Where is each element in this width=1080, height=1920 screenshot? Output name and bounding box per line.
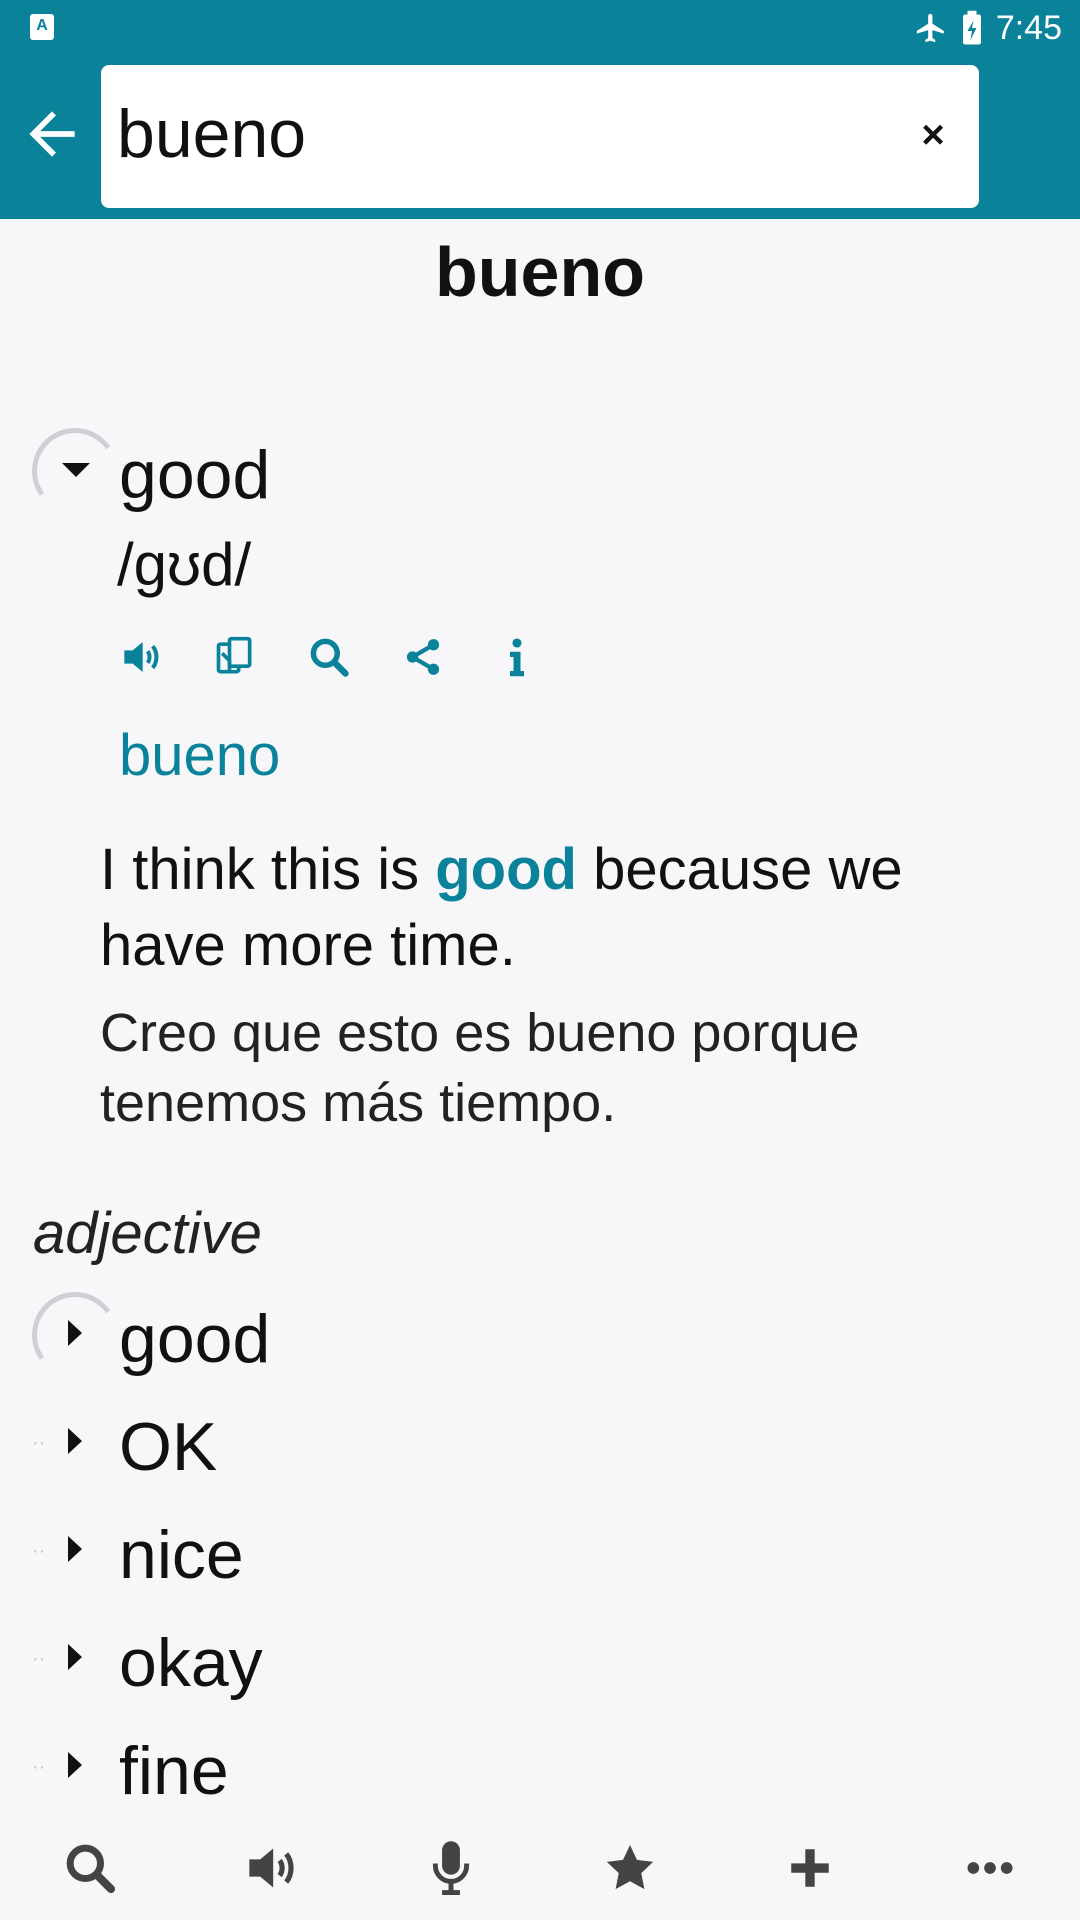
phonetic: /gʊd/ [117, 531, 252, 598]
search-icon [310, 638, 349, 677]
loading-dots: ·· [32, 1648, 46, 1670]
search-button[interactable] [60, 1838, 120, 1898]
more-icon [967, 1862, 1013, 1874]
voice-input-button[interactable] [421, 1838, 481, 1898]
example-english: I think this is good because we have mor… [100, 832, 960, 984]
favorite-button[interactable] [600, 1838, 660, 1898]
info-button[interactable] [494, 634, 540, 680]
expand-arrow-icon[interactable] [68, 1644, 82, 1670]
search-icon [66, 1844, 116, 1894]
search-input[interactable] [117, 89, 877, 179]
status-right: 7:45 [914, 6, 1062, 50]
speaker-icon [124, 642, 159, 672]
plus-icon [791, 1849, 829, 1887]
list-item[interactable]: OK [119, 1408, 217, 1486]
list-item[interactable]: good [119, 1300, 270, 1378]
battery-charging-icon [962, 10, 981, 45]
entry-actions [118, 634, 540, 684]
back-button[interactable] [18, 100, 86, 168]
loading-dots: ·· [32, 1540, 46, 1562]
loading-dots: ·· [32, 1432, 46, 1454]
speak-button[interactable] [241, 1838, 301, 1898]
copy-button[interactable] [212, 634, 258, 680]
expand-arrow-icon[interactable] [68, 1752, 82, 1778]
page-title: bueno [435, 233, 645, 311]
loading-dots: ·· [32, 1756, 46, 1778]
example-text: I think this is [100, 837, 436, 902]
expand-arrow-icon[interactable] [68, 1536, 82, 1562]
search-box: × [101, 65, 979, 208]
collapse-arrow-icon[interactable] [62, 463, 90, 477]
expand-arrow-icon[interactable] [68, 1428, 82, 1454]
pronounce-button[interactable] [118, 634, 164, 680]
arrow-left-icon [29, 111, 75, 157]
share-button[interactable] [400, 634, 446, 680]
add-button[interactable] [780, 1838, 840, 1898]
app-notification-icon: A [30, 14, 54, 40]
bottom-toolbar [0, 1830, 1080, 1920]
list-item[interactable]: fine [119, 1732, 229, 1810]
list-item[interactable]: nice [119, 1516, 244, 1594]
more-button[interactable] [960, 1838, 1020, 1898]
entry-word[interactable]: good [119, 436, 270, 514]
example-highlight: good [435, 837, 577, 902]
list-item[interactable]: okay [119, 1624, 263, 1702]
share-icon [406, 639, 440, 675]
part-of-speech: adjective [33, 1201, 262, 1266]
app-header: A 7:45 × [0, 0, 1080, 219]
speaker-icon [249, 1848, 294, 1888]
microphone-icon [432, 1841, 470, 1895]
info-icon [510, 638, 524, 677]
translation[interactable]: bueno [119, 722, 280, 789]
close-icon: × [921, 113, 945, 157]
star-icon [606, 1845, 654, 1890]
lookup-button[interactable] [306, 634, 352, 680]
airplane-mode-icon [916, 13, 944, 43]
status-bar: A 7:45 [0, 0, 1080, 56]
copy-icon [216, 636, 252, 674]
status-time: 7:45 [995, 8, 1062, 47]
example-spanish: Creo que esto es bueno porque tenemos má… [100, 1003, 860, 1133]
expand-arrow-icon[interactable] [68, 1320, 82, 1346]
clear-search-button[interactable]: × [911, 113, 955, 157]
